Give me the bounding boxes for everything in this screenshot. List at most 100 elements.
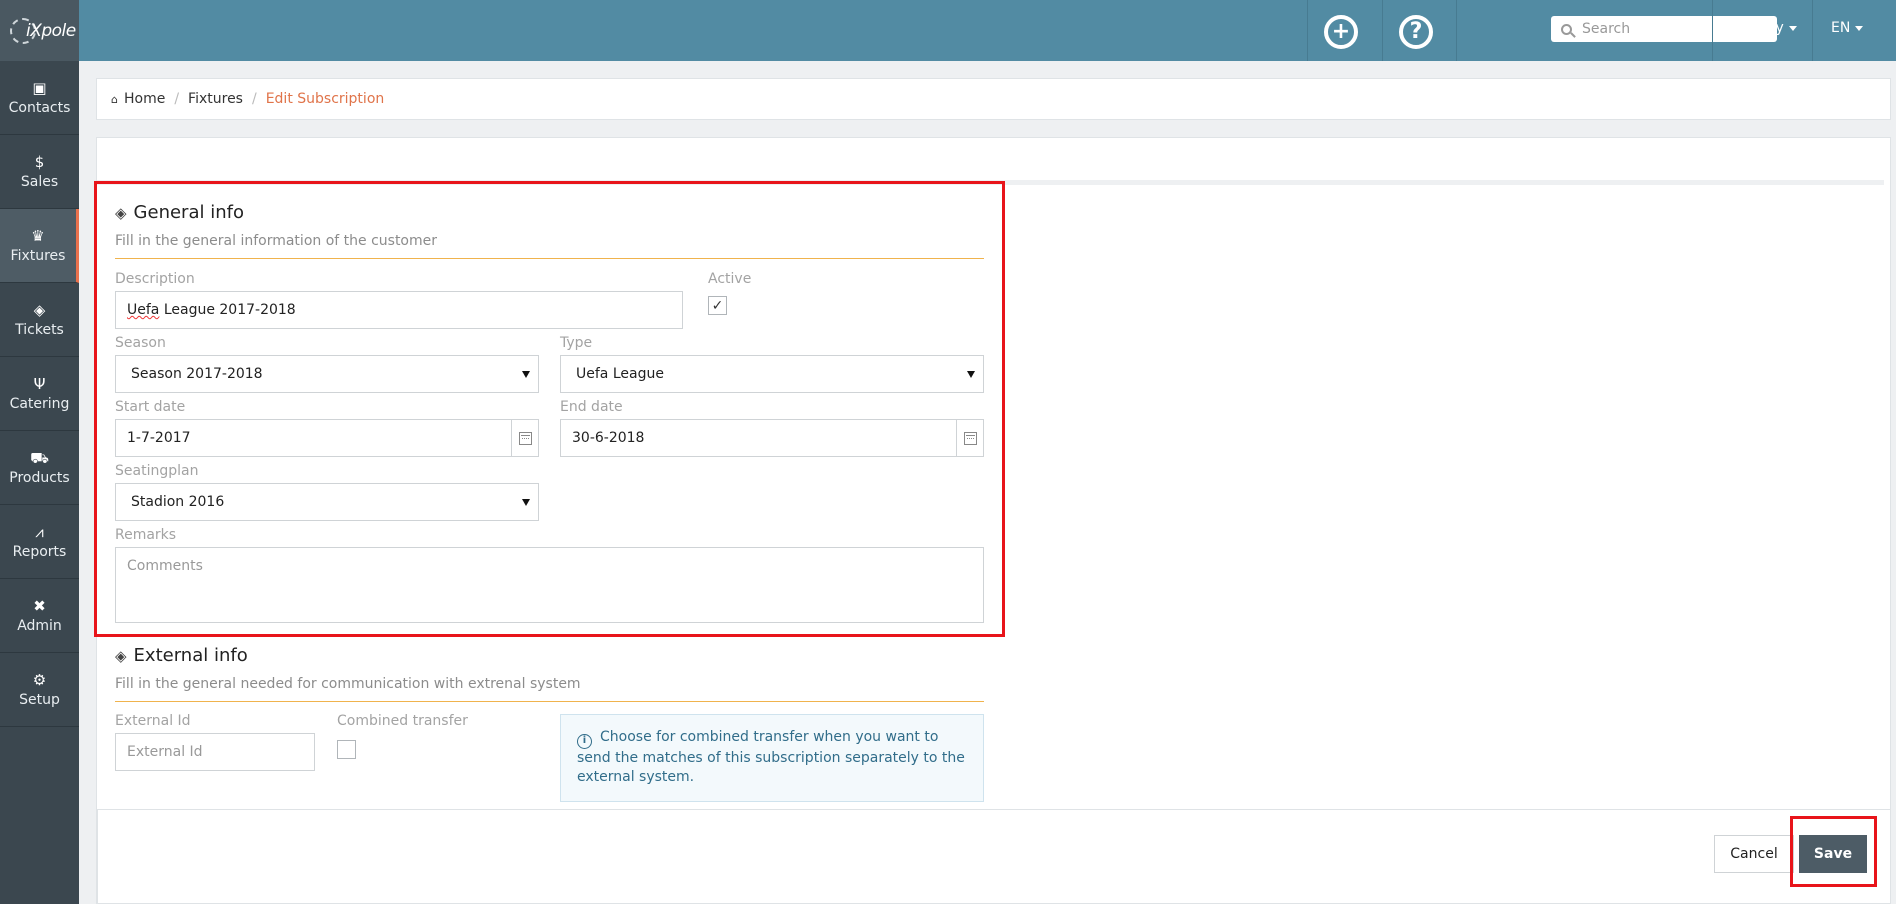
sidebar-item-label: Setup <box>19 692 60 708</box>
sidebar-item-reports[interactable]: ⩘ Reports <box>0 505 79 579</box>
dollar-icon: $ <box>34 153 45 171</box>
user-menu[interactable]: Robby <box>1740 20 1797 36</box>
description-value-rest: League 2017-2018 <box>159 302 296 318</box>
logo-text: iXpole <box>26 20 76 41</box>
end-date-value: 30-6-2018 <box>572 430 645 446</box>
seatingplan-value: Stadion 2016 <box>131 494 225 510</box>
start-date-input[interactable]: 1-7-2017 <box>115 419 539 457</box>
external-info-rule <box>115 701 984 702</box>
edit-subscription-panel: ◈ General info Fill in the general infor… <box>96 137 1891 904</box>
layers-icon: ◈ <box>115 646 127 665</box>
external-info-title: ◈ External info <box>115 645 248 666</box>
season-value: Season 2017-2018 <box>131 366 263 382</box>
season-select[interactable]: Season 2017-2018 <box>115 355 539 393</box>
sidebar-item-label: Admin <box>17 618 62 634</box>
calendar-button[interactable] <box>511 420 538 456</box>
search-placeholder: Search <box>1582 21 1631 37</box>
type-value: Uefa League <box>576 366 664 382</box>
contacts-icon: ▣ <box>32 79 47 97</box>
general-info-rule <box>115 258 984 259</box>
sidebar-item-contacts[interactable]: ▣ Contacts <box>0 61 79 135</box>
language-menu[interactable]: EN <box>1831 20 1864 36</box>
sidebar-item-sales[interactable]: $ Sales <box>0 135 79 209</box>
seatingplan-select[interactable]: Stadion 2016 <box>115 483 539 521</box>
chevron-down-icon <box>1788 25 1797 31</box>
breadcrumb: ⌂ Home / Fixtures / Edit Subscription <box>96 78 1891 120</box>
sidebar-item-fixtures[interactable]: ♛ Fixtures <box>0 209 79 283</box>
general-info-subtitle: Fill in the general information of the c… <box>115 233 437 249</box>
breadcrumb-separator: / <box>174 91 180 107</box>
breadcrumb-current: Edit Subscription <box>265 91 385 107</box>
external-id-label: External Id <box>115 713 191 729</box>
checkmark-icon: ✓ <box>711 297 724 314</box>
sidebar-item-catering[interactable]: Ψ Catering <box>0 357 79 431</box>
breadcrumb-home[interactable]: Home <box>124 91 165 107</box>
search-icon <box>1561 23 1572 35</box>
general-info-title-text: General info <box>133 202 244 223</box>
save-button[interactable]: Save <box>1799 835 1867 873</box>
calendar-icon <box>963 431 977 445</box>
breadcrumb-separator: / <box>251 91 257 107</box>
footer-divider <box>97 809 1890 810</box>
info-icon: i <box>577 734 592 749</box>
app-logo[interactable]: iXpole <box>0 0 79 61</box>
description-label: Description <box>115 271 195 287</box>
seatingplan-label: Seatingplan <box>115 463 199 479</box>
sidebar-item-label: Catering <box>9 396 70 412</box>
sidebar-item-setup[interactable]: ⚙ Setup <box>0 653 79 727</box>
plus-circle-icon[interactable]: + <box>1324 15 1358 49</box>
combined-transfer-checkbox[interactable] <box>337 740 356 759</box>
panel-divider <box>97 180 1884 185</box>
remarks-textarea[interactable]: Comments <box>115 547 984 623</box>
topbar: + ? Search Robby EN <box>79 0 1896 61</box>
tools-icon: ✖ <box>33 597 46 615</box>
remarks-placeholder: Comments <box>127 558 203 574</box>
combined-transfer-info: i Choose for combined transfer when you w… <box>560 714 984 802</box>
external-id-placeholder: External Id <box>127 744 203 760</box>
end-date-label: End date <box>560 399 623 415</box>
sidebar-item-products[interactable]: ⛟ Products <box>0 431 79 505</box>
dropdown-arrow-icon <box>967 371 975 378</box>
calendar-button[interactable] <box>956 420 983 456</box>
topbar-divider <box>1456 0 1457 61</box>
active-checkbox[interactable]: ✓ <box>708 296 727 315</box>
ticket-icon: ◈ <box>33 301 46 319</box>
home-icon: ⌂ <box>111 92 118 106</box>
sidebar-item-label: Products <box>9 470 70 486</box>
description-input[interactable]: Uefa League 2017-2018 <box>115 291 683 329</box>
active-label: Active <box>708 271 752 287</box>
language-code: EN <box>1831 20 1851 36</box>
user-name: Robby <box>1740 20 1784 36</box>
sidebar-item-label: Contacts <box>8 100 71 116</box>
start-date-value: 1-7-2017 <box>127 430 191 446</box>
sidebar-item-tickets[interactable]: ◈ Tickets <box>0 283 79 357</box>
sidebar-item-label: Tickets <box>15 322 64 338</box>
gear-icon: ⚙ <box>32 671 47 689</box>
sidebar-item-label: Fixtures <box>10 248 66 264</box>
topbar-divider <box>1712 0 1713 61</box>
dropdown-arrow-icon <box>522 499 530 506</box>
chart-icon: ⩘ <box>35 523 44 541</box>
general-info-title: ◈ General info <box>115 202 244 223</box>
type-select[interactable]: Uefa League <box>560 355 984 393</box>
cart-icon: ⛟ <box>30 449 49 467</box>
end-date-input[interactable]: 30-6-2018 <box>560 419 984 457</box>
cancel-button[interactable]: Cancel <box>1714 835 1794 873</box>
description-value-word: Uefa <box>127 302 160 318</box>
start-date-label: Start date <box>115 399 186 415</box>
sidebar-item-label: Sales <box>20 174 59 190</box>
combined-transfer-label: Combined transfer <box>337 713 468 729</box>
footer-border <box>97 810 98 904</box>
external-info-title-text: External info <box>133 645 248 666</box>
sidebar-item-admin[interactable]: ✖ Admin <box>0 579 79 653</box>
breadcrumb-fixtures[interactable]: Fixtures <box>188 91 243 107</box>
external-id-input[interactable]: External Id <box>115 733 315 771</box>
topbar-divider <box>1382 0 1383 61</box>
external-info-subtitle: Fill in the general needed for communica… <box>115 676 581 692</box>
info-text: Choose for combined transfer when you wa… <box>577 729 965 785</box>
topbar-divider <box>1812 0 1813 61</box>
dropdown-arrow-icon <box>522 371 530 378</box>
chevron-down-icon <box>1855 25 1864 31</box>
layers-icon: ◈ <box>115 203 127 222</box>
help-circle-icon[interactable]: ? <box>1399 15 1433 49</box>
